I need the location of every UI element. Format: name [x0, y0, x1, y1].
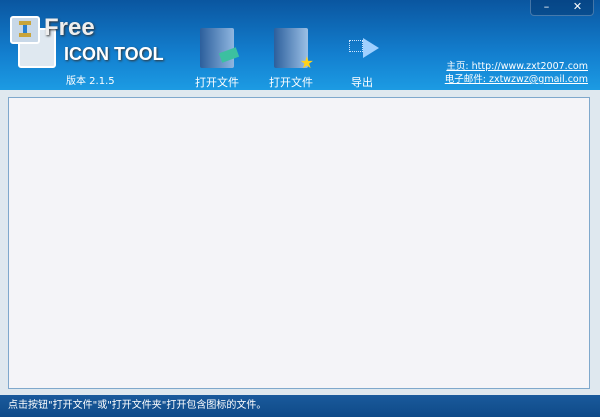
window-controls: – ✕	[530, 0, 594, 16]
export-arrow-icon	[345, 28, 379, 68]
icon-list-panel[interactable]	[8, 97, 590, 389]
header: – ✕ Free ICON TOOL 版本 2.1.5 打开文件 ★ 打开文件夹…	[0, 0, 600, 105]
close-button[interactable]: ✕	[562, 0, 593, 15]
open-folder-icon: ★	[274, 28, 314, 72]
logo-text-free: Free	[44, 14, 95, 41]
links: 主页: http://www.zxt2007.com 电子邮件: zxtwzwz…	[445, 60, 588, 86]
email-link[interactable]: 电子邮件: zxtwzwz@gmail.com	[445, 73, 588, 86]
open-file-icon	[200, 28, 240, 68]
logo-text-icon-tool: ICON TOOL	[64, 44, 164, 64]
open-file-button[interactable]: 打开文件	[195, 28, 240, 90]
version-label: 版本 2.1.5	[66, 76, 115, 87]
homepage-link[interactable]: 主页: http://www.zxt2007.com	[445, 60, 588, 73]
status-bar: 点击按钮"打开文件"或"打开文件夹"打开包含图标的文件。	[0, 395, 600, 417]
export-button[interactable]: 导出	[342, 28, 382, 90]
export-label: 导出	[351, 76, 373, 89]
minimize-button[interactable]: –	[531, 0, 562, 15]
open-file-label: 打开文件	[195, 76, 239, 89]
